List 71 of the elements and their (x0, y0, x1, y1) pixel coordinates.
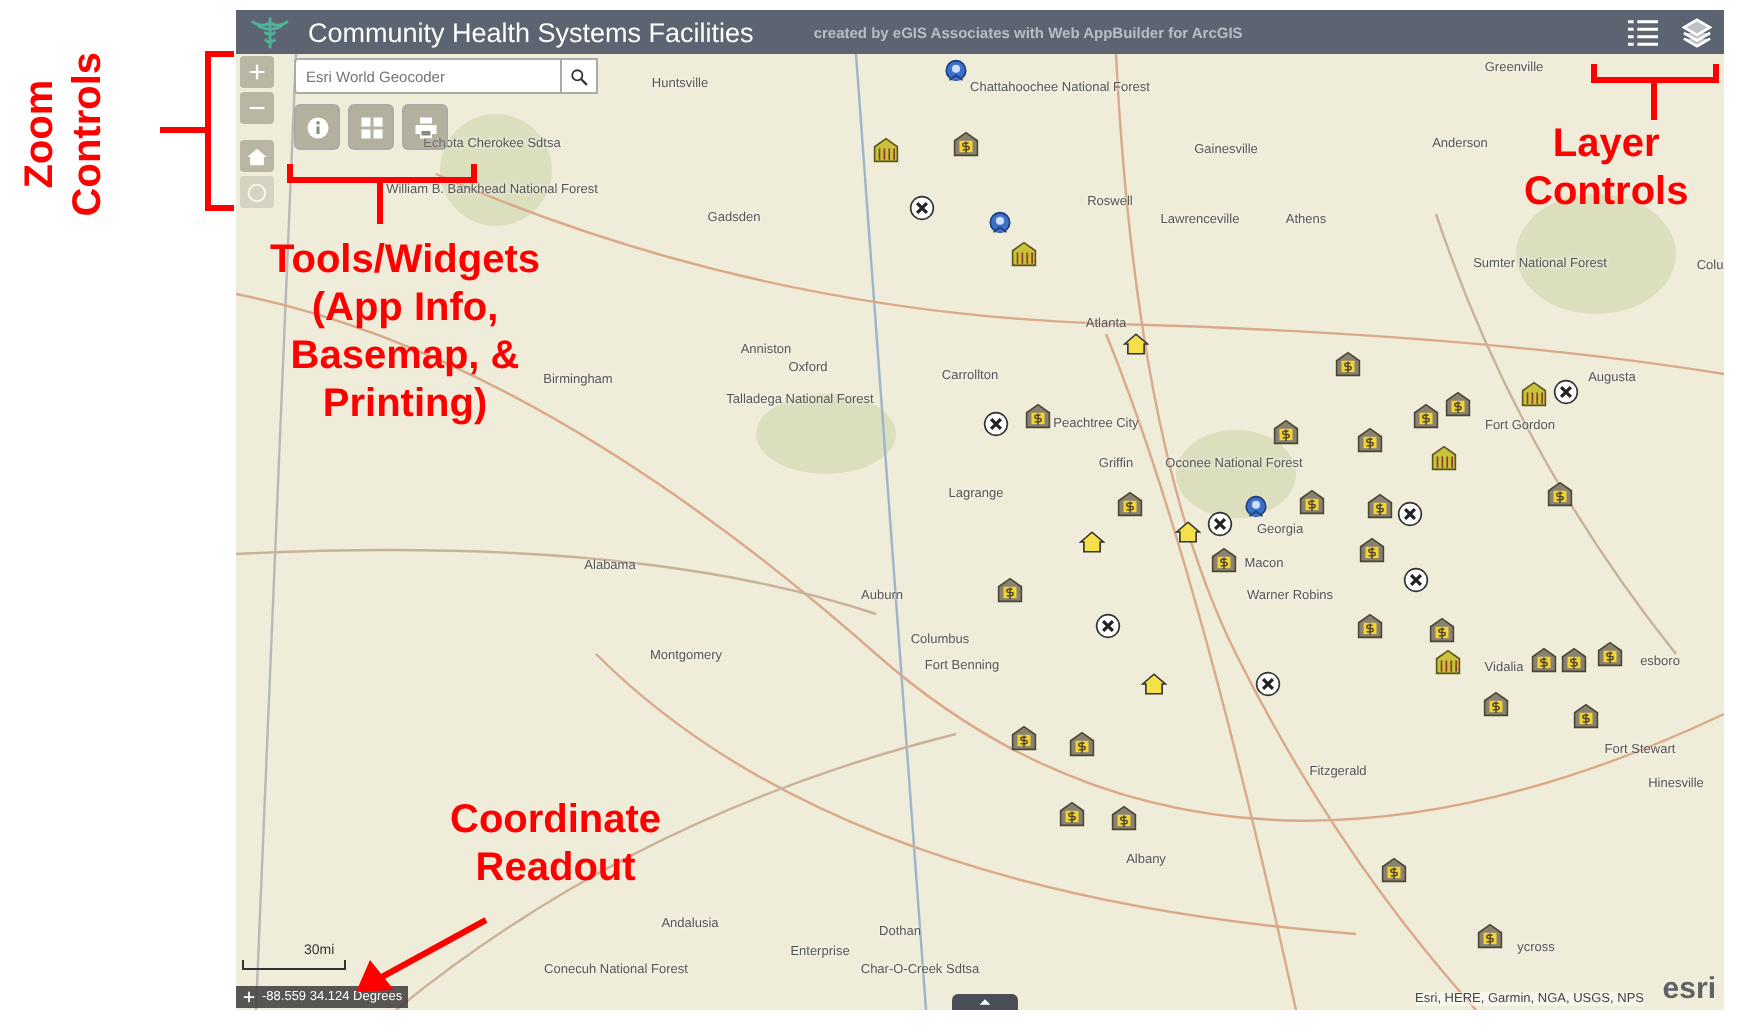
arrow (356, 917, 488, 992)
list-icon[interactable] (1628, 17, 1658, 47)
bracket-drawing (1591, 61, 1719, 123)
bank-building-icon[interactable] (1025, 403, 1051, 429)
bank-building-icon[interactable] (1429, 617, 1455, 643)
house-icon[interactable] (1141, 671, 1167, 697)
info-icon (305, 115, 329, 139)
zoom-in-button[interactable]: + (240, 56, 274, 88)
search-button[interactable] (562, 58, 598, 94)
bank-building-icon[interactable] (1359, 537, 1385, 563)
zoom-out-button[interactable]: − (240, 92, 274, 124)
search-icon (570, 67, 588, 85)
bank-building-icon[interactable] (1531, 647, 1557, 673)
pin-cluster-icon[interactable] (987, 211, 1013, 237)
bank-building-icon[interactable] (1211, 547, 1237, 573)
bank-building-icon[interactable] (1597, 641, 1623, 667)
esri-logo: esri (1662, 972, 1716, 1006)
cross-circle-icon[interactable] (1397, 501, 1423, 527)
bank-building-icon[interactable] (1561, 647, 1587, 673)
printer-icon (413, 115, 437, 139)
bank-building-icon[interactable] (1547, 481, 1573, 507)
clinic-building-icon[interactable] (1435, 649, 1461, 675)
circle-icon (246, 181, 268, 203)
bank-building-icon[interactable] (1357, 613, 1383, 639)
house-icon[interactable] (1079, 529, 1105, 555)
house-icon[interactable] (1123, 331, 1149, 357)
clinic-building-icon[interactable] (1011, 241, 1037, 267)
annotation-label: Layer Controls (1524, 120, 1689, 216)
cross-circle-icon[interactable] (1255, 671, 1281, 697)
bank-building-icon[interactable] (1117, 491, 1143, 517)
bank-building-icon[interactable] (1335, 351, 1361, 377)
pin-cluster-icon[interactable] (1243, 495, 1269, 521)
clinic-building-icon[interactable] (873, 137, 899, 163)
clinic-building-icon[interactable] (1431, 445, 1457, 471)
bank-building-icon[interactable] (1299, 489, 1325, 515)
app-title: Community Health Systems Facilities (308, 17, 754, 47)
bank-building-icon[interactable] (1381, 857, 1407, 883)
expand-tab[interactable] (952, 994, 1018, 1010)
bank-building-icon[interactable] (1573, 703, 1599, 729)
cross-circle-icon[interactable] (909, 195, 935, 221)
cross-circle-icon[interactable] (1095, 613, 1121, 639)
grid-icon (359, 115, 383, 139)
pin-cluster-icon[interactable] (943, 59, 969, 85)
bank-building-icon[interactable] (1477, 923, 1503, 949)
bank-building-icon[interactable] (953, 131, 979, 157)
home-icon (246, 145, 268, 167)
bank-building-icon[interactable] (1011, 725, 1037, 751)
cross-circle-icon[interactable] (983, 411, 1009, 437)
bank-building-icon[interactable] (1069, 731, 1095, 757)
annotation-label: Coordinate Readout (450, 796, 662, 892)
bank-building-icon[interactable] (1273, 419, 1299, 445)
annotation-label: Zoom Controls (16, 52, 112, 217)
cross-circle-icon[interactable] (1207, 511, 1233, 537)
bank-building-icon[interactable] (1483, 691, 1509, 717)
scale-bar (242, 960, 346, 970)
cross-circle-icon[interactable] (1403, 567, 1429, 593)
house-icon[interactable] (1175, 519, 1201, 545)
bank-building-icon[interactable] (997, 577, 1023, 603)
bank-building-icon[interactable] (1367, 493, 1393, 519)
caduceus-icon (248, 14, 292, 50)
annotation-label: Tools/Widgets (App Info, Basemap, & Printing) (270, 236, 540, 428)
cross-circle-icon[interactable] (1553, 379, 1579, 405)
bank-building-icon[interactable] (1357, 427, 1383, 453)
bank-building-icon[interactable] (1059, 801, 1085, 827)
caret-icon (978, 998, 992, 1006)
bank-building-icon[interactable] (1413, 403, 1439, 429)
bank-building-icon[interactable] (1111, 805, 1137, 831)
plus-icon[interactable] (242, 990, 256, 1004)
clinic-building-icon[interactable] (1521, 381, 1547, 407)
bank-building-icon[interactable] (1445, 391, 1471, 417)
layers-icon[interactable] (1682, 17, 1712, 47)
